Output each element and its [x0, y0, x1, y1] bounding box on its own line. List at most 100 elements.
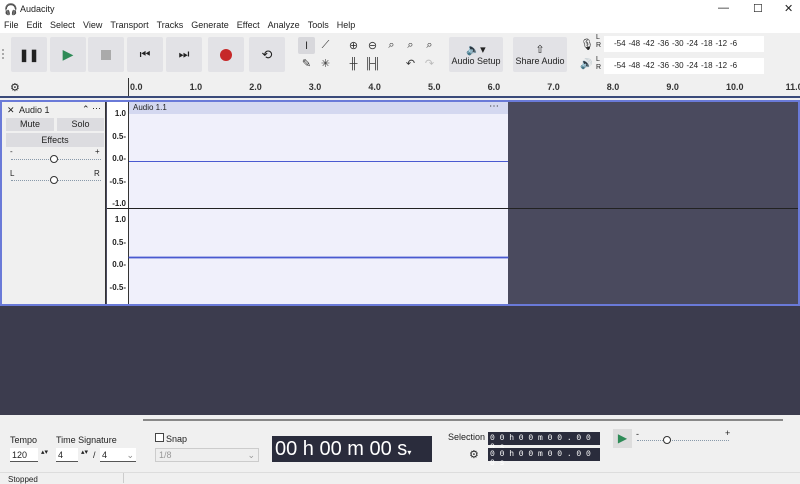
selection-end[interactable]: 0 0 h 0 0 m 0 0 . 0 0 0 s [488, 448, 600, 468]
minimize-button[interactable]: — [718, 2, 729, 14]
gain-min-label: - [10, 147, 13, 156]
denominator-value: 4 [102, 450, 108, 460]
meter-tick: -42 [643, 39, 655, 48]
close-button[interactable]: ✕ [784, 2, 793, 15]
bottom-toolbar: Tempo 120 ▴▾ Time Signature 4 ▴▾ / 4 ⌄ Sn… [0, 415, 800, 472]
menu-tools[interactable]: Tools [304, 18, 333, 33]
timeline-settings-icon[interactable]: ⚙ [10, 81, 20, 94]
playback-meter[interactable]: -54 -48 -42 -36 -30 -24 -18 -12 -6 L R [596, 56, 764, 74]
loop-button[interactable]: ⟲ [249, 37, 285, 72]
trim-button[interactable]: ╫ [345, 55, 362, 72]
meter-tick: -24 [686, 39, 699, 48]
time-value: 00 h 00 m 00 s [275, 438, 408, 460]
record-button[interactable] [208, 37, 244, 72]
redo-button[interactable]: ↷ [421, 55, 438, 72]
menu-select[interactable]: Select [46, 18, 79, 33]
zoom-out-button[interactable]: ⊖ [364, 37, 381, 54]
time-sig-numerator[interactable]: 4 [56, 448, 78, 462]
audio-setup-label: Audio Setup [451, 56, 501, 66]
play-at-speed-button[interactable]: ▶ [613, 429, 632, 448]
multi-tool-button[interactable]: ✳ [317, 55, 334, 72]
clip-header[interactable]: Audio 1.1 ⋯ [129, 101, 508, 114]
zoom-in-button[interactable]: ⊕ [345, 37, 362, 54]
ruler-tick: 8.0 [606, 82, 620, 92]
stop-button[interactable] [88, 37, 124, 72]
meter-channel-labels: LR [596, 34, 601, 50]
horizontal-scrollbar[interactable] [143, 419, 783, 421]
ruler-tick: 11.0 [785, 82, 800, 92]
mute-button[interactable]: Mute [6, 118, 54, 131]
clip-menu-icon[interactable]: ⋯ [489, 101, 499, 112]
audio-clip[interactable]: Audio 1.1 ⋯ [129, 101, 508, 304]
audio-setup-button[interactable]: 🔈▾ Audio Setup [449, 37, 503, 72]
menu-transport[interactable]: Transport [106, 18, 152, 33]
zoom-toggle-icon: ⌕ [426, 39, 433, 51]
fit-project-button[interactable]: ⌕ [402, 37, 419, 54]
pan-left-label: L [10, 169, 15, 178]
playback-speaker-icon[interactable]: 🔊 [580, 59, 592, 70]
tempo-spinner[interactable]: ▴▾ [41, 448, 48, 456]
record-meter[interactable]: -54 -48 -42 -36 -30 -24 -18 -12 -6 L R [596, 34, 764, 52]
snap-select[interactable]: 1/8 ⌄ [155, 448, 259, 462]
menu-view[interactable]: View [79, 18, 106, 33]
envelope-tool-button[interactable]: ⟋ [317, 37, 334, 54]
menu-analyze[interactable]: Analyze [264, 18, 304, 33]
track-name[interactable]: Audio 1 [19, 105, 50, 115]
menu-help[interactable]: Help [333, 18, 360, 33]
speed-max-label: + [725, 428, 731, 438]
selection-tool-button[interactable]: I [298, 37, 315, 54]
trim-icon: ╫ [349, 57, 358, 70]
waveform-left [129, 161, 508, 162]
maximize-button[interactable]: ☐ [753, 2, 763, 15]
share-audio-button[interactable]: ⇧ Share Audio [513, 37, 567, 72]
toolbar-grip[interactable] [2, 49, 6, 59]
skip-end-button[interactable]: ⏭ [166, 37, 202, 72]
meter-tick: -30 [672, 39, 684, 48]
zoom-toggle-button[interactable]: ⌕ [421, 37, 438, 54]
gain-slider-handle[interactable] [50, 155, 58, 163]
menu-effect[interactable]: Effect [233, 18, 264, 33]
track-menu-icon[interactable]: ⋯ [92, 103, 101, 114]
speed-slider-handle[interactable] [663, 436, 671, 444]
tempo-input[interactable]: 120 [10, 448, 38, 462]
close-track-icon[interactable]: ✕ [7, 105, 15, 116]
speed-min-label: - [636, 429, 639, 439]
solo-button[interactable]: Solo [57, 118, 104, 131]
track-area: ✕ Audio 1 ⌃ ⋯ Mute Solo Effects - + L R … [0, 100, 800, 314]
selection-label: Selection [448, 432, 486, 442]
collapse-icon[interactable]: ⌃ [82, 104, 90, 115]
time-display[interactable]: 00 h 00 m 00 s▾ [272, 436, 432, 462]
silence-button[interactable]: ╟╢ [364, 55, 381, 72]
playback-speed-slider[interactable] [637, 440, 729, 441]
menu-generate[interactable]: Generate [187, 18, 233, 33]
speaker-icon: 🔈▾ [466, 44, 486, 56]
meter-tick: -18 [701, 39, 713, 48]
undo-button[interactable]: ↶ [402, 55, 419, 72]
effects-button[interactable]: Effects [6, 133, 104, 147]
empty-track-area[interactable] [0, 306, 800, 415]
numerator-spinner[interactable]: ▴▾ [81, 448, 88, 456]
share-audio-label: Share Audio [515, 56, 565, 66]
fit-selection-button[interactable]: ⌕ [383, 37, 400, 54]
scale-label: 0.0- [112, 154, 126, 163]
menu-edit[interactable]: Edit [23, 18, 47, 33]
waveform-right [129, 257, 508, 258]
selection-settings-icon[interactable]: ⚙ [469, 448, 479, 461]
loop-icon: ⟲ [261, 46, 273, 62]
menu-tracks[interactable]: Tracks [153, 18, 188, 33]
pan-slider-handle[interactable] [50, 176, 58, 184]
menu-file[interactable]: File [0, 18, 23, 33]
asterisk-icon: ✳ [320, 58, 331, 70]
clip-name: Audio 1.1 [133, 103, 167, 112]
skip-start-button[interactable]: ⏮ [127, 37, 163, 72]
play-button[interactable]: ▶ [50, 37, 86, 72]
vertical-ruler[interactable]: 1.00.5-0.0--0.5--1.01.00.5-0.0--0.5--1.0 [107, 102, 129, 314]
draw-tool-button[interactable]: ✎ [298, 55, 315, 72]
timeline-ruler[interactable]: ⚙ 0.0 1.0 2.0 3.0 4.0 5.0 6.0 7.0 8.0 9.0 10.0 11.0 [0, 78, 800, 98]
time-sig-denominator[interactable]: 4 ⌄ [100, 448, 136, 462]
selection-start[interactable]: 0 0 h 0 0 m 0 0 . 0 0 0 s [488, 432, 600, 452]
meter-tick: -36 [657, 39, 670, 48]
snap-checkbox[interactable] [155, 433, 164, 442]
microphone-icon[interactable]: 🎙 [580, 38, 594, 51]
pause-button[interactable]: ❚❚ [11, 37, 47, 72]
